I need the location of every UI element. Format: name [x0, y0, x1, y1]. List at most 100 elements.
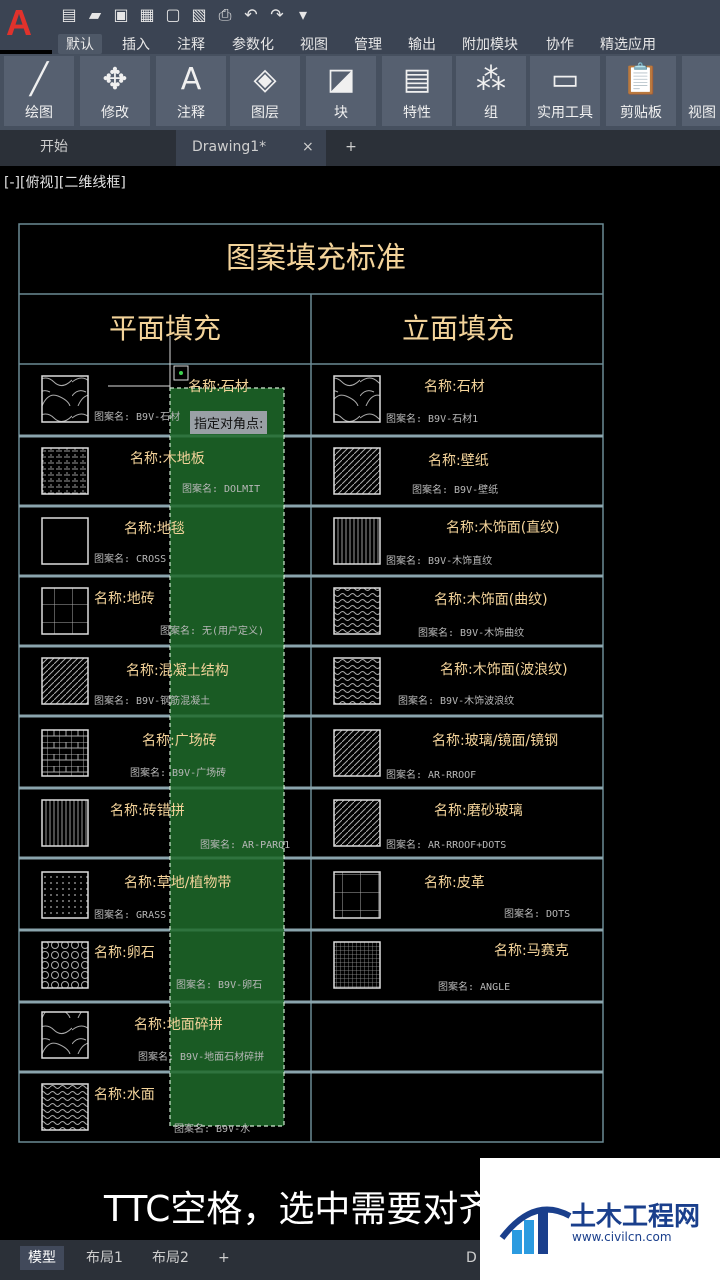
tab-drawing1[interactable]: Drawing1* × — [176, 130, 326, 166]
left-column-header: 平面填充 — [109, 312, 221, 345]
right-row-4-pattern: 图案名: B9V-木饰曲纹 — [418, 628, 525, 639]
watermark-emblem-icon — [499, 1206, 572, 1254]
app-logo-letter: A — [6, 2, 32, 43]
right-row-7-pattern: 图案名: AR-RROOF+DOTS — [386, 840, 507, 851]
block-panel-button[interactable]: ◪ 块 — [306, 56, 376, 126]
properties-panel-button[interactable]: ▤ 特性 — [382, 56, 452, 126]
ribbon-tab-annotate[interactable]: 注释 — [177, 34, 205, 54]
right-row-2-pattern: 图案名: B9V-壁纸 — [412, 485, 499, 496]
drawing-canvas[interactable]: 图案填充标准 平面填充 立面填充 — [0, 190, 720, 1190]
move-icon: ✥ — [102, 62, 128, 97]
draw-panel-button[interactable]: ╱ 绘图 — [4, 56, 74, 126]
save-as-icon[interactable]: ▦ — [138, 6, 156, 24]
ruler-icon: ▭ — [550, 62, 580, 97]
swatch-concrete — [41, 657, 89, 705]
document-tabs: 开始 Drawing1* × + — [0, 130, 720, 166]
ribbon-tab-insert[interactable]: 插入 — [122, 34, 150, 54]
close-icon[interactable]: × — [302, 130, 314, 164]
left-row-3-name: 名称:地毯 — [124, 521, 185, 537]
right-row-5-name: 名称:木饰面(波浪纹) — [440, 662, 568, 678]
watermark-url: www.civilcn.com — [572, 1230, 672, 1244]
right-row-5-pattern: 图案名: B9V-木饰波浪纹 — [398, 696, 515, 707]
left-row-6-pattern: 图案名: B9V-广场砖 — [130, 768, 227, 779]
swatch-plaza-tile — [41, 729, 89, 777]
undo-icon[interactable]: ↶ — [242, 6, 260, 24]
tab-layout2[interactable]: 布局2 — [152, 1246, 189, 1270]
block-icon: ◪ — [326, 62, 356, 97]
swatch-floor-tile — [41, 587, 89, 635]
swatch-brick-pattern — [41, 799, 89, 847]
new-file-icon[interactable]: ▤ — [60, 6, 78, 24]
right-row-2-name: 名称:壁纸 — [428, 453, 489, 469]
left-row-3-pattern: 图案名: CROSS — [94, 554, 167, 565]
view-panel-button[interactable]: 视图 — [682, 56, 720, 126]
ribbon-tab-manage[interactable]: 管理 — [354, 34, 382, 54]
swatch-wood-wavy — [333, 657, 381, 705]
left-row-8-pattern: 图案名: GRASS — [94, 910, 167, 921]
open-folder-icon[interactable]: ▰ — [86, 6, 104, 24]
ribbon-tab-view[interactable]: 视图 — [300, 34, 328, 54]
clipboard-panel-label: 剪贴板 — [620, 105, 662, 121]
qat-icons: ▤ ▰ ▣ ▦ ▢ ▧ ⎙ ↶ ↷ ▾ — [60, 6, 312, 24]
print-icon[interactable]: ⎙ — [216, 6, 234, 24]
layers-panel-label: 图层 — [251, 105, 279, 121]
ribbon-tab-collaborate[interactable]: 协作 — [546, 34, 574, 54]
app-logo[interactable]: A — [0, 0, 52, 50]
view-panel-label: 视图 — [688, 105, 716, 121]
properties-panel-label: 特性 — [403, 105, 431, 121]
left-row-11-name: 名称:水面 — [94, 1087, 155, 1103]
swatch-grass — [41, 871, 89, 919]
ribbon-tab-parametric[interactable]: 参数化 — [232, 34, 274, 54]
left-row-5-name: 名称:混凝土结构 — [126, 663, 229, 679]
left-row-10-pattern: 图案名: B9V-地面石材碎拼 — [138, 1052, 265, 1063]
tab-layout1[interactable]: 布局1 — [86, 1246, 123, 1270]
add-layout-button[interactable]: + — [218, 1246, 230, 1270]
swatch-elev-stone — [333, 375, 381, 423]
annotation-panel-label: 注释 — [177, 105, 205, 121]
ribbon-tab-featured[interactable]: 精选应用 — [600, 34, 656, 54]
swatch-wood-curved — [333, 587, 381, 635]
clipboard-panel-button[interactable]: 📋 剪贴板 — [606, 56, 676, 126]
right-row-3-name: 名称:木饰面(直纹) — [446, 520, 560, 536]
ribbon-tab-default[interactable]: 默认 — [58, 34, 102, 54]
save-icon[interactable]: ▣ — [112, 6, 130, 24]
share-icon[interactable]: ▧ — [190, 6, 208, 24]
qat-menu-icon[interactable]: ▾ — [294, 6, 312, 24]
right-row-8-pattern: 图案名: DOTS — [504, 909, 571, 920]
left-row-6-name: 名称:广场砖 — [142, 733, 217, 749]
left-row-5-pattern: 图案名: B9V-钢筋混凝土 — [94, 696, 211, 707]
right-row-1-pattern: 图案名: B9V-石材1 — [386, 414, 479, 425]
ribbon-tab-addins[interactable]: 附加模块 — [462, 34, 518, 54]
annotation-panel-button[interactable]: A 注释 — [156, 56, 226, 126]
tab-start[interactable]: 开始 — [20, 130, 190, 166]
modify-panel-label: 修改 — [101, 105, 129, 121]
block-panel-label: 块 — [334, 105, 348, 121]
quick-access-toolbar: ▤ ▰ ▣ ▦ ▢ ▧ ⎙ ↶ ↷ ▾ — [0, 0, 720, 32]
status-bar-button[interactable]: D — [466, 1246, 477, 1270]
right-row-9-pattern: 图案名: ANGLE — [438, 982, 511, 993]
swatch-leather — [333, 871, 381, 919]
viewport-controls[interactable]: [-][俯视][二维线框] — [4, 172, 126, 192]
ribbon-tabs: 默认 插入 注释 参数化 视图 管理 输出 附加模块 协作 精选应用 — [52, 32, 720, 54]
swatch-wood-straight — [333, 517, 381, 565]
left-swatches — [41, 375, 89, 1131]
ribbon-tab-output[interactable]: 输出 — [408, 34, 436, 54]
groups-panel-button[interactable]: ⁂ 组 — [456, 56, 526, 126]
layers-panel-button[interactable]: ◈ 图层 — [230, 56, 300, 126]
tab-model[interactable]: 模型 — [20, 1246, 64, 1270]
left-row-4-name: 名称:地砖 — [94, 591, 155, 607]
right-row-6-name: 名称:玻璃/镜面/镜钢 — [432, 733, 559, 749]
add-tab-button[interactable]: + — [336, 130, 366, 166]
swatch-wallpaper — [333, 447, 381, 495]
redo-icon[interactable]: ↷ — [268, 6, 286, 24]
swatch-pebble — [41, 941, 89, 989]
modify-panel-button[interactable]: ✥ 修改 — [80, 56, 150, 126]
swatch-stone — [41, 375, 89, 423]
line-icon: ╱ — [29, 62, 49, 97]
watermark-logo: 土木工程网 www.civilcn.com — [480, 1158, 720, 1280]
utilities-panel-button[interactable]: ▭ 实用工具 — [530, 56, 600, 126]
clipboard-icon: 📋 — [622, 62, 660, 97]
right-column-header: 立面填充 — [402, 312, 514, 345]
open-web-icon[interactable]: ▢ — [164, 6, 182, 24]
utilities-panel-label: 实用工具 — [537, 105, 593, 121]
